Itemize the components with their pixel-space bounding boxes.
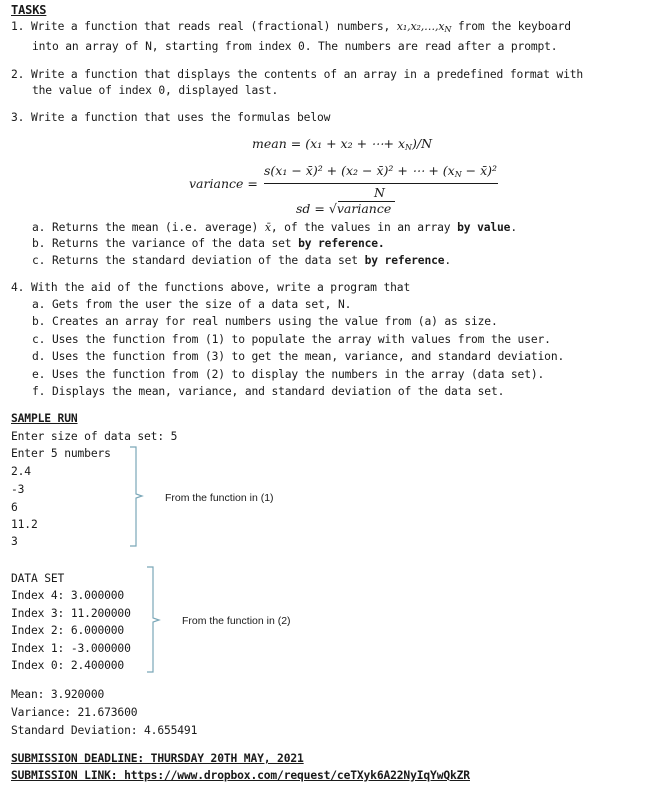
result-sd: Standard Deviation: 4.655491 [11,724,198,737]
console-line: Index 2: 6.000000 [11,624,125,637]
task-4-item-a: a. Gets from the user the size of a data… [32,298,352,311]
sd-formula: sd = √variance [296,201,392,216]
tasks-heading: TASKS [11,3,47,17]
task-2-line1: Write a function that displays the conte… [30,68,584,81]
console-line: -3 [11,483,25,496]
submission-link-row: SUBMISSION LINK: https://www.dropbox.com… [11,769,470,782]
task-3-item-c: c. Returns the standard deviation of the… [32,254,452,267]
console-line: Index 3: 11.200000 [11,607,131,620]
console-line: Enter size of data set: 5 [11,430,178,443]
task-1-line2: into an array of N, starting from index … [32,40,558,53]
submission-deadline: SUBMISSION DEADLINE: THURSDAY 20TH MAY, … [11,752,304,765]
task-4-item-b: b. Creates an array for real numbers usi… [32,315,498,328]
sqrt-bar [338,201,395,202]
annotation-function-1: From the function in (1) [165,492,274,504]
task-4-line1: With the aid of the functions above, wri… [30,281,411,294]
variance-lhs: variance = [189,176,258,191]
console-line: DATA SET [11,572,65,585]
task-4: 4. With the aid of the functions above, … [11,281,410,294]
task-3-item-b: b. Returns the variance of the data set … [32,237,385,250]
result-mean: Mean: 3.920000 [11,688,105,701]
task-3-item-a: a. Returns the mean (i.e. average) x̄, o… [32,221,517,234]
submission-link[interactable]: https://www.dropbox.com/request/ceTXyk6A… [124,769,470,782]
task-1-vars: x₁,x₂,…,xN [396,20,452,34]
variance-denominator: N [374,185,385,200]
console-line: Index 1: -3.000000 [11,642,131,655]
task-2-line2: the value of index 0, displayed last. [32,84,279,97]
task-2-number: 2. [11,68,25,81]
task-2: 2. Write a function that displays the co… [11,68,583,81]
task-4-item-c: c. Uses the function from (1) to populat… [32,333,551,346]
console-line: 11.2 [11,518,38,531]
sample-run-heading: SAMPLE RUN [11,412,78,425]
task-3-number: 3. [11,111,25,124]
console-line: 2.4 [11,465,31,478]
console-line: Enter 5 numbers [11,447,111,460]
task-4-number: 4. [11,281,25,294]
console-line: 6 [11,501,18,514]
result-variance: Variance: 21.673600 [11,706,138,719]
sqrt-icon: √ [328,201,337,216]
mean-formula: mean = (x₁ + x₂ + ⋯+ xN)/N [252,136,433,152]
task-4-item-d: d. Uses the function from (3) to get the… [32,350,565,363]
task-1-number: 1. [11,20,25,33]
console-line: Index 0: 2.400000 [11,659,125,672]
task-3: 3. Write a function that uses the formul… [11,111,330,124]
fraction-bar [264,183,498,184]
annotation-function-2: From the function in (2) [182,615,291,627]
variance-numerator: s(x₁ − x̄)² + (x₂ − x̄)² + ⋯ + (xN − x̄)… [264,163,498,179]
task-4-item-e: e. Uses the function from (2) to display… [32,368,545,381]
right-brace-icon [130,446,144,547]
task-1-line1: Write a function that reads real (fracti… [30,20,397,33]
task-3-line1: Write a function that uses the formulas … [30,111,331,124]
task-1: 1. Write a function that reads real (fra… [11,20,571,34]
console-line: 3 [11,535,18,548]
submission-link-label: SUBMISSION LINK: [11,769,125,782]
task-4-item-f: f. Displays the mean, variance, and stan… [32,385,505,398]
right-brace-icon [147,566,161,673]
console-line: Index 4: 3.000000 [11,589,125,602]
